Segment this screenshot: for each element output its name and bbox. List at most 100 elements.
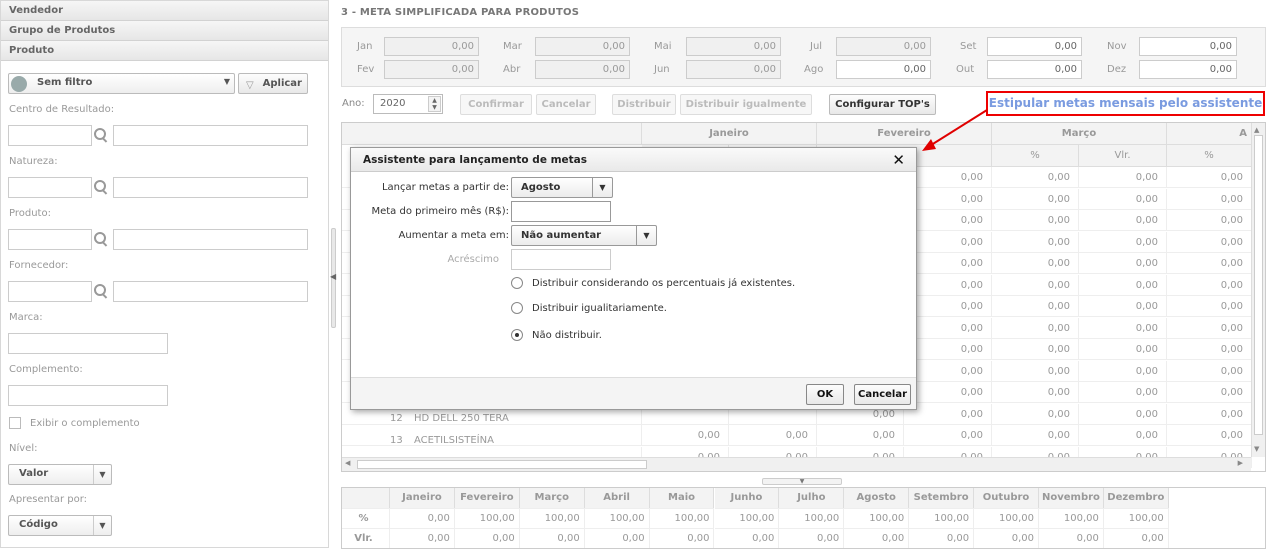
produto-name-input[interactable] [113,229,308,250]
wizard-callout-link[interactable]: Estipular metas mensais pelo assistente [986,91,1265,116]
vertical-scroll-thumb[interactable] [1254,135,1263,435]
natureza-name-input[interactable] [113,177,308,198]
grid-cell[interactable]: 0,00 [1079,188,1167,210]
grid-cell[interactable]: 0,00 [1167,403,1252,425]
grid-cell[interactable]: 0,00 [1079,403,1167,425]
complemento-input[interactable] [8,385,168,406]
grid-cell[interactable]: 0,00 [992,188,1079,210]
show-complement-checkbox[interactable] [9,417,21,429]
grid-cell[interactable]: 0,00 [1079,425,1167,446]
grid-cell[interactable]: 0,00 [992,253,1079,274]
search-icon[interactable] [94,284,108,298]
first-month-goal-input[interactable] [511,201,611,222]
dialog-cancel-button[interactable]: Cancelar [854,384,911,405]
grid-cell[interactable]: 0,00 [1167,425,1252,446]
section-vendedor[interactable]: Vendedor [1,1,328,21]
grid-cell[interactable]: 0,00 [1079,360,1167,382]
grid-cell[interactable]: 0,00 [1079,274,1167,296]
grid-cell[interactable]: 0,00 [992,360,1079,382]
grid-cell[interactable]: 0,00 [992,167,1079,188]
grid-cell[interactable]: 0,00 [1079,296,1167,317]
radio-distribute-equal[interactable] [511,302,523,314]
grid-cell[interactable]: 0,00 [992,296,1079,317]
close-icon[interactable]: ✕ [892,151,905,169]
marca-input[interactable] [8,333,168,354]
grid-cell[interactable]: 0,00 [1167,317,1252,339]
grid-cell[interactable]: 0,00 [992,210,1079,231]
grid-cell[interactable]: 0,00 [904,274,992,296]
ok-button[interactable]: OK [806,384,844,405]
start-month-select[interactable]: Agosto ▼ [511,177,613,198]
grid-cell[interactable]: 0,00 [904,317,992,339]
grid-cell[interactable]: 0,00 [992,317,1079,339]
grid-cell[interactable]: 0,00 [904,210,992,231]
scroll-left-icon[interactable]: ◀ [345,459,350,467]
grid-cell[interactable]: 0,00 [1167,360,1252,382]
confirm-button[interactable]: Confirmar [460,94,532,115]
grid-cell[interactable]: 0,00 [1167,296,1252,317]
grid-cell[interactable]: 0,00 [904,403,992,425]
grid-cell[interactable]: 0,00 [1167,188,1252,210]
grid-cell[interactable]: 0,00 [1167,210,1252,231]
increment-input[interactable] [511,249,611,270]
grid-cell[interactable]: 0,00 [904,425,992,446]
month-input-nov[interactable]: 0,00 [1139,37,1237,56]
grid-cell[interactable]: 0,00 [1079,167,1167,188]
collapse-arrow-icon[interactable]: ◀ [330,272,336,281]
vertical-scrollbar[interactable]: ▲ ▼ [1251,123,1265,457]
centro-name-input[interactable] [113,125,308,146]
grid-cell[interactable]: 0,00 [1167,339,1252,360]
grid-cell[interactable]: 0,00 [904,167,992,188]
filter-select[interactable]: Sem filtro ▼ [8,73,235,94]
cancel-button[interactable]: Cancelar [536,94,596,115]
month-input-set[interactable]: 0,00 [987,37,1082,56]
grid-cell[interactable]: 0,00 [1079,231,1167,253]
natureza-code-input[interactable] [8,177,92,198]
grid-cell[interactable]: 0,00 [1167,253,1252,274]
grid-cell[interactable]: 0,00 [904,296,992,317]
produto-code-input[interactable] [8,229,92,250]
increase-goal-select[interactable]: Não aumentar ▼ [511,225,657,246]
apply-button[interactable]: ▽ Aplicar [238,73,308,94]
grid-cell[interactable]: 0,00 [729,425,817,446]
horizontal-scrollbar[interactable]: ◀ ▶ [342,457,1251,471]
fornecedor-name-input[interactable] [113,281,308,302]
radio-distribute-existing[interactable] [511,277,523,289]
grid-cell[interactable]: 0,00 [904,339,992,360]
grid-cell[interactable]: 0,00 [992,339,1079,360]
distribute-equal-button[interactable]: Distribuir igualmente [680,94,812,115]
grid-cell[interactable]: 0,00 [1167,231,1252,253]
month-input-ago[interactable]: 0,00 [836,60,931,79]
grid-cell[interactable]: 0,00 [904,188,992,210]
centro-code-input[interactable] [8,125,92,146]
section-grupo-produtos[interactable]: Grupo de Produtos [1,21,328,41]
spinner-arrows-icon[interactable]: ▲ ▼ [428,96,441,112]
month-input-out[interactable]: 0,00 [987,60,1082,79]
year-spinner[interactable]: 2020 ▲ ▼ [373,94,443,114]
radio-no-distribute[interactable] [511,329,523,341]
grid-cell[interactable]: 0,00 [642,425,729,446]
grid-cell[interactable]: 0,00 [1079,253,1167,274]
section-produto[interactable]: Produto [1,41,328,61]
grid-cell[interactable]: 0,00 [1167,167,1252,188]
grid-cell[interactable]: 0,00 [904,360,992,382]
search-icon[interactable] [94,180,108,194]
grid-cell[interactable]: 0,00 [817,425,904,446]
grid-cell[interactable]: 0,00 [904,253,992,274]
scroll-right-icon[interactable]: ▶ [1238,459,1243,467]
scroll-down-icon[interactable]: ▼ [1254,445,1259,453]
grid-cell[interactable]: 0,00 [1079,317,1167,339]
distribute-button[interactable]: Distribuir [612,94,676,115]
grid-cell[interactable]: 0,00 [992,425,1079,446]
grid-cell[interactable]: 0,00 [1079,210,1167,231]
grid-cell[interactable]: 0,00 [992,274,1079,296]
grid-cell[interactable]: 0,00 [992,231,1079,253]
grid-cell[interactable]: 0,00 [992,403,1079,425]
horizontal-scroll-thumb[interactable] [357,460,647,469]
grid-cell[interactable]: 0,00 [992,382,1079,403]
scroll-up-icon[interactable]: ▲ [1254,126,1259,134]
grid-cell[interactable]: 0,00 [1167,274,1252,296]
grid-cell[interactable]: 0,00 [904,382,992,403]
level-select[interactable]: Valor ▼ [8,464,112,485]
fornecedor-code-input[interactable] [8,281,92,302]
